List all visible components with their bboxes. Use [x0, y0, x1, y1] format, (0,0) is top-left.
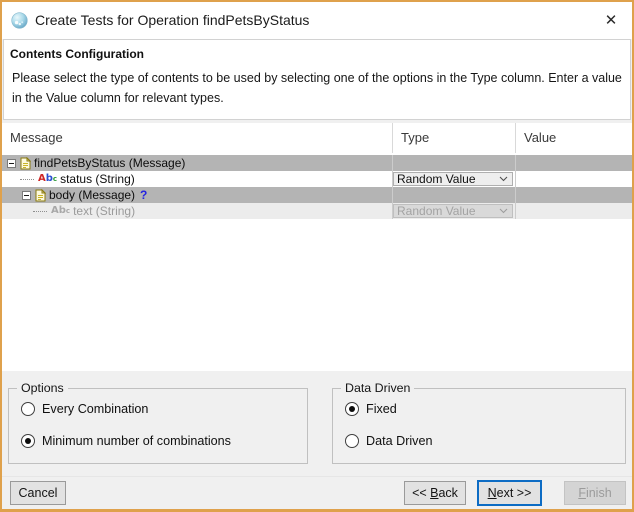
finish-button: Finish: [564, 481, 626, 505]
message-document-icon: [35, 188, 46, 202]
tree-connector: [33, 210, 47, 212]
radio-label: Minimum number of combinations: [42, 434, 231, 448]
next-button[interactable]: Next >>: [477, 480, 542, 506]
string-parameter-icon: Abc: [51, 205, 71, 216]
collapse-toggle-icon[interactable]: [22, 190, 31, 200]
description-line-2: in the Value column for relevant types.: [12, 91, 224, 105]
column-header-type: Type: [392, 123, 515, 153]
tree-node-label: status (String): [60, 172, 135, 186]
collapse-toggle-icon[interactable]: [7, 158, 16, 168]
value-cell[interactable]: [515, 155, 632, 171]
string-parameter-icon: Abc: [38, 173, 58, 184]
data-driven-group: Data Driven Fixed Data Driven: [332, 381, 626, 464]
radio-data-driven[interactable]: Data Driven: [345, 433, 433, 449]
value-cell[interactable]: [515, 187, 632, 203]
description-line-1: Please select the type of contents to be…: [12, 71, 622, 85]
tree-node-label: text (String): [73, 204, 136, 218]
button-bar-separator: [2, 476, 632, 477]
chevron-down-icon: [499, 176, 508, 182]
type-dropdown-value: Random Value: [397, 172, 476, 186]
radio-label: Fixed: [366, 402, 397, 416]
question-mark-badge: ?: [140, 188, 148, 202]
type-cell: Random Value: [392, 171, 515, 187]
message-document-icon: [20, 156, 31, 170]
step-description: Please select the type of contents to be…: [12, 68, 622, 108]
value-cell[interactable]: [515, 171, 632, 187]
column-header-message: Message: [10, 130, 63, 145]
value-cell: [515, 203, 632, 219]
type-dropdown-value: Random Value: [397, 204, 476, 218]
type-dropdown[interactable]: Random Value: [393, 172, 513, 186]
cancel-button[interactable]: Cancel: [10, 481, 66, 505]
chevron-down-icon: [499, 208, 508, 214]
data-driven-group-title: Data Driven: [341, 381, 415, 395]
tree-connector: [20, 178, 34, 180]
soapui-globe-icon: [11, 12, 28, 29]
radio-button[interactable]: [21, 402, 35, 416]
tree-node-label: body (Message): [49, 188, 136, 202]
table-row[interactable]: body (Message) ?: [2, 187, 632, 203]
message-cell: Abc text (String): [2, 203, 392, 219]
radio-minimum-combinations[interactable]: Minimum number of combinations: [21, 433, 231, 449]
options-group: Options Every Combination Minimum number…: [8, 381, 308, 464]
radio-fixed[interactable]: Fixed: [345, 401, 397, 417]
type-cell: Random Value: [392, 203, 515, 219]
table-row[interactable]: Abc text (String) Random Value: [2, 203, 632, 219]
window-title: Create Tests for Operation findPetsBySta…: [35, 12, 310, 28]
type-dropdown: Random Value: [393, 204, 513, 218]
wizard-header-panel: Contents Configuration Please select the…: [3, 39, 631, 120]
radio-every-combination[interactable]: Every Combination: [21, 401, 148, 417]
message-cell: body (Message) ?: [2, 187, 392, 203]
contents-table: Message Type Value findPetsByStatus (Mes…: [2, 123, 632, 371]
table-header: Message Type Value: [2, 123, 632, 153]
create-tests-dialog: Create Tests for Operation findPetsBySta…: [0, 0, 634, 512]
options-group-title: Options: [17, 381, 68, 395]
type-cell: [392, 187, 515, 203]
title-bar: Create Tests for Operation findPetsBySta…: [2, 2, 632, 39]
back-button[interactable]: << Back: [404, 481, 466, 505]
radio-label: Data Driven: [366, 434, 433, 448]
column-header-value: Value: [515, 123, 632, 153]
table-row[interactable]: Abc status (String) Random Value: [2, 171, 632, 187]
radio-button[interactable]: [21, 434, 35, 448]
step-title: Contents Configuration: [10, 47, 144, 61]
message-cell: findPetsByStatus (Message): [2, 155, 392, 171]
radio-button[interactable]: [345, 402, 359, 416]
radio-button[interactable]: [345, 434, 359, 448]
type-cell: [392, 155, 515, 171]
close-icon[interactable]: ✕: [594, 2, 628, 39]
radio-label: Every Combination: [42, 402, 149, 416]
message-cell: Abc status (String): [2, 171, 392, 187]
table-row[interactable]: findPetsByStatus (Message): [2, 155, 632, 171]
tree-node-label: findPetsByStatus (Message): [34, 156, 186, 170]
